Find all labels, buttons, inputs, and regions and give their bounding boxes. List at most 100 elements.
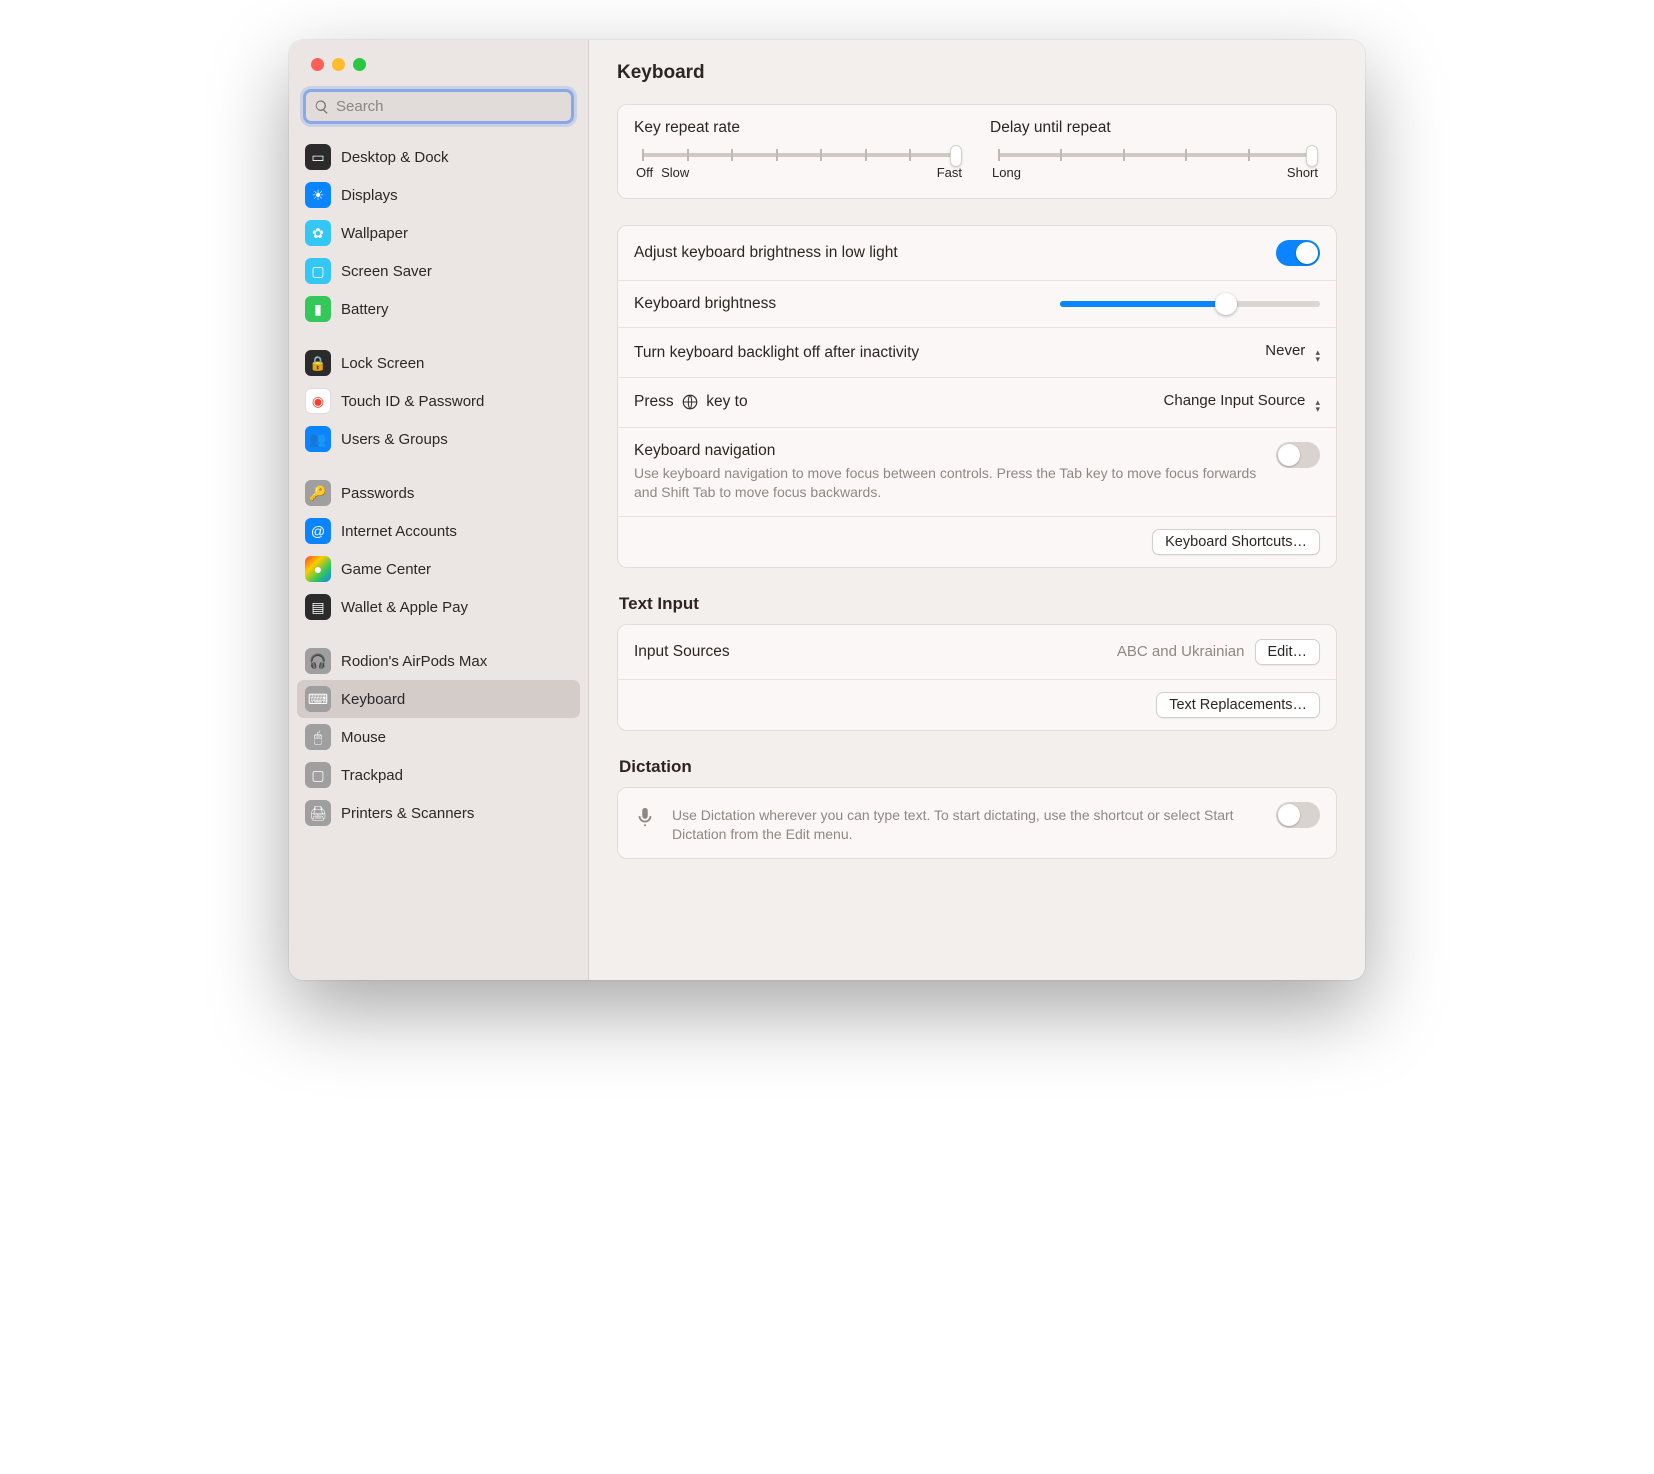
sidebar-item-battery[interactable]: ▮ Battery — [297, 290, 580, 328]
sidebar-item-label: Touch ID & Password — [341, 393, 484, 410]
keyboard-navigation-label: Keyboard navigation — [634, 442, 1266, 460]
input-sources-label: Input Sources — [634, 643, 1107, 661]
sidebar-item-printers[interactable]: 🖨 Printers & Scanners — [297, 794, 580, 832]
sidebar-item-label: Desktop & Dock — [341, 149, 449, 166]
input-sources-edit-button[interactable]: Edit… — [1255, 639, 1321, 665]
system-settings-window: ▭ Desktop & Dock ☀ Displays ✿ Wallpaper … — [289, 40, 1365, 980]
sidebar-item-label: Wallet & Apple Pay — [341, 599, 468, 616]
sidebar-item-desktop-dock[interactable]: ▭ Desktop & Dock — [297, 138, 580, 176]
at-icon: @ — [305, 518, 331, 544]
search-input[interactable] — [336, 98, 563, 115]
displays-icon: ☀ — [305, 182, 331, 208]
screensaver-icon: ▢ — [305, 258, 331, 284]
keyboard-navigation-toggle[interactable] — [1276, 442, 1320, 468]
sidebar-item-label: Displays — [341, 187, 398, 204]
sidebar-item-label: Mouse — [341, 729, 386, 746]
dictation-section-title: Dictation — [619, 757, 1335, 777]
sidebar-item-label: Printers & Scanners — [341, 805, 474, 822]
sidebar-item-label: Passwords — [341, 485, 414, 502]
sidebar-item-game-center[interactable]: ● Game Center — [297, 550, 580, 588]
adjust-brightness-toggle[interactable] — [1276, 240, 1320, 266]
sidebar-item-wallpaper[interactable]: ✿ Wallpaper — [297, 214, 580, 252]
sidebar-item-screen-saver[interactable]: ▢ Screen Saver — [297, 252, 580, 290]
sidebar-item-label: Game Center — [341, 561, 431, 578]
search-field[interactable] — [303, 89, 574, 124]
press-globe-value: Change Input Source — [1164, 392, 1306, 409]
key-icon: 🔑 — [305, 480, 331, 506]
keyboard-brightness-thumb[interactable] — [1215, 293, 1237, 315]
keyboard-brightness-label: Keyboard brightness — [634, 295, 1050, 313]
keyboard-settings-card: Adjust keyboard brightness in low light … — [617, 225, 1337, 568]
text-input-section-title: Text Input — [619, 594, 1335, 614]
input-sources-value: ABC and Ukrainian — [1117, 643, 1245, 660]
microphone-icon — [634, 804, 656, 830]
sidebar-item-label: Rodion's AirPods Max — [341, 653, 487, 670]
backlight-off-label: Turn keyboard backlight off after inacti… — [634, 344, 1255, 362]
sidebar-item-wallet[interactable]: ▤ Wallet & Apple Pay — [297, 588, 580, 626]
keyboard-navigation-description: Use keyboard navigation to move focus be… — [634, 464, 1266, 502]
chevron-up-down-icon: ▴▾ — [1315, 349, 1320, 363]
sidebar-item-passwords[interactable]: 🔑 Passwords — [297, 474, 580, 512]
sidebar-item-displays[interactable]: ☀ Displays — [297, 176, 580, 214]
page-title: Keyboard — [617, 62, 1337, 84]
text-input-card: Input Sources ABC and Ukrainian Edit… Te… — [617, 624, 1337, 731]
sidebar-item-internet-accounts[interactable]: @ Internet Accounts — [297, 512, 580, 550]
text-replacements-button[interactable]: Text Replacements… — [1156, 692, 1320, 718]
delay-until-repeat-thumb[interactable] — [1306, 145, 1318, 167]
lock-icon: 🔒 — [305, 350, 331, 376]
keyboard-brightness-slider[interactable] — [1060, 301, 1320, 307]
sidebar-item-label: Users & Groups — [341, 431, 448, 448]
battery-icon: ▮ — [305, 296, 331, 322]
key-repeat-rate-slider[interactable]: Key repeat rate Off Slow Fast — [634, 119, 964, 180]
sidebar-item-airpods[interactable]: 🎧 Rodion's AirPods Max — [297, 642, 580, 680]
desktop-dock-icon: ▭ — [305, 144, 331, 170]
sidebar-item-lock-screen[interactable]: 🔒 Lock Screen — [297, 344, 580, 382]
sidebar-item-label: Wallpaper — [341, 225, 408, 242]
wallpaper-icon: ✿ — [305, 220, 331, 246]
window-controls — [289, 58, 588, 71]
chevron-up-down-icon: ▴▾ — [1315, 399, 1320, 413]
users-icon: 👥 — [305, 426, 331, 452]
sidebar-item-label: Keyboard — [341, 691, 405, 708]
key-repeat-rate-thumb[interactable] — [950, 145, 962, 167]
press-globe-select[interactable]: Change Input Source ▴▾ — [1164, 392, 1320, 413]
sidebar-item-label: Trackpad — [341, 767, 403, 784]
sidebar-nav: ▭ Desktop & Dock ☀ Displays ✿ Wallpaper … — [289, 134, 588, 836]
sidebar-item-keyboard[interactable]: ⌨ Keyboard — [297, 680, 580, 718]
sidebar-item-mouse[interactable]: 🖱 Mouse — [297, 718, 580, 756]
label-fast: Fast — [937, 165, 962, 180]
sidebar-item-label: Battery — [341, 301, 389, 318]
sidebar-item-trackpad[interactable]: ▢ Trackpad — [297, 756, 580, 794]
dictation-card: Use Dictation wherever you can type text… — [617, 787, 1337, 859]
sidebar-item-users-groups[interactable]: 👥 Users & Groups — [297, 420, 580, 458]
minimize-window-button[interactable] — [332, 58, 345, 71]
headphones-icon: 🎧 — [305, 648, 331, 674]
backlight-off-select[interactable]: Never ▴▾ — [1265, 342, 1320, 363]
sidebar-item-touch-id[interactable]: ◉ Touch ID & Password — [297, 382, 580, 420]
dictation-description: Use Dictation wherever you can type text… — [672, 806, 1266, 844]
sidebar-item-label: Lock Screen — [341, 355, 424, 372]
main-content: Keyboard Key repeat rate Off Slow Fast — [589, 40, 1365, 980]
globe-icon — [681, 393, 699, 411]
keyboard-icon: ⌨ — [305, 686, 331, 712]
mouse-icon: 🖱 — [305, 724, 331, 750]
zoom-window-button[interactable] — [353, 58, 366, 71]
dictation-toggle[interactable] — [1276, 802, 1320, 828]
delay-until-repeat-label: Delay until repeat — [990, 119, 1320, 137]
wallet-icon: ▤ — [305, 594, 331, 620]
backlight-off-value: Never — [1265, 342, 1305, 359]
sidebar: ▭ Desktop & Dock ☀ Displays ✿ Wallpaper … — [289, 40, 589, 980]
sidebar-item-label: Screen Saver — [341, 263, 432, 280]
trackpad-icon: ▢ — [305, 762, 331, 788]
label-slow: Slow — [661, 165, 689, 180]
fingerprint-icon: ◉ — [305, 388, 331, 414]
key-repeat-card: Key repeat rate Off Slow Fast Delay unti… — [617, 104, 1337, 199]
keyboard-shortcuts-button[interactable]: Keyboard Shortcuts… — [1152, 529, 1320, 555]
close-window-button[interactable] — [311, 58, 324, 71]
printer-icon: 🖨 — [305, 800, 331, 826]
label-off: Off — [636, 165, 653, 180]
label-short: Short — [1287, 165, 1318, 180]
delay-until-repeat-slider[interactable]: Delay until repeat Long Short — [990, 119, 1320, 180]
label-long: Long — [992, 165, 1021, 180]
sidebar-item-label: Internet Accounts — [341, 523, 457, 540]
